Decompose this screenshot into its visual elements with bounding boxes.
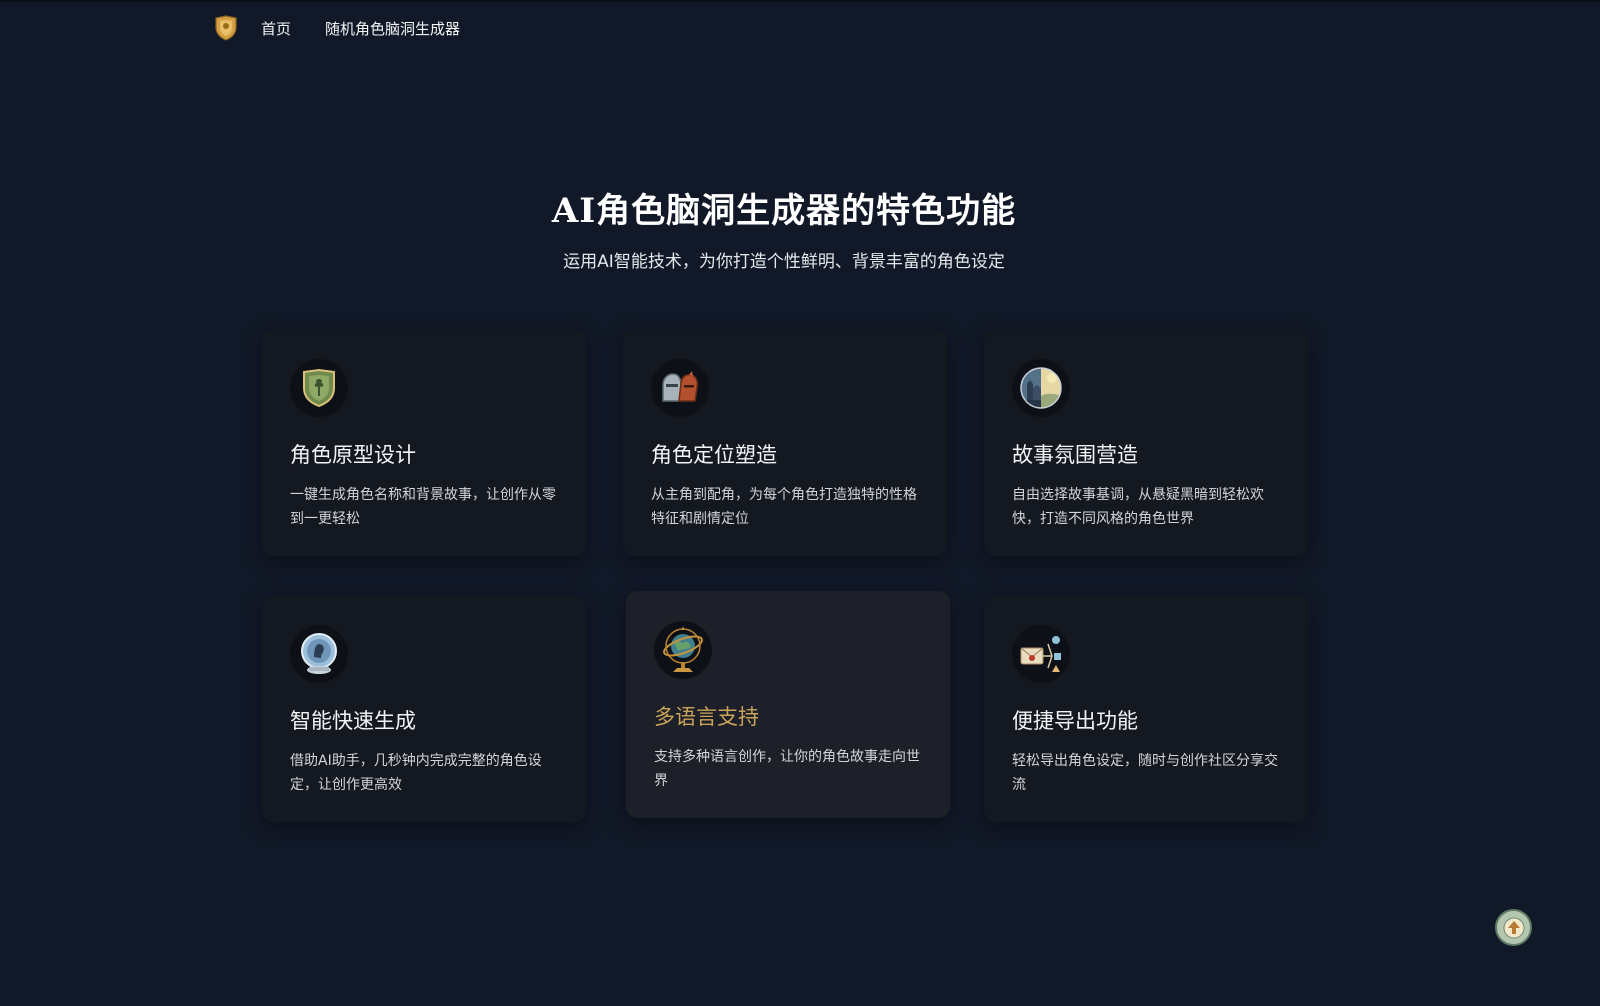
feature-card-multilingual[interactable]: 多语言支持 支持多种语言创作，让你的角色故事走向世界 (626, 591, 950, 818)
page-title: AI角色脑洞生成器的特色功能 (551, 191, 1017, 231)
castle-landscape-icon (1012, 359, 1070, 417)
feature-description: 轻松导出角色设定，随时与创作社区分享交流 (1012, 753, 1278, 793)
nav-link-home[interactable]: 首页 (261, 18, 291, 39)
feature-description: 一键生成角色名称和背景故事，让创作从零到一更轻松 (290, 487, 556, 527)
feature-title: 角色原型设计 (290, 443, 416, 467)
feature-title: 多语言支持 (654, 705, 759, 729)
shield-emblem-icon (290, 359, 348, 417)
feature-card-archetype[interactable]: 角色原型设计 一键生成角色名称和背景故事，让创作从零到一更轻松 (262, 329, 586, 556)
shield-logo-icon[interactable] (213, 15, 239, 41)
feature-title: 智能快速生成 (290, 709, 416, 733)
feature-title: 故事氛围营造 (1012, 443, 1138, 467)
feature-description: 支持多种语言创作，让你的角色故事走向世界 (654, 749, 920, 789)
feature-description: 借助AI助手，几秒钟内完成完整的角色设定，让创作更高效 (290, 753, 542, 793)
top-border (0, 0, 1600, 2)
nav-link-random-character-generator[interactable]: 随机角色脑洞生成器 (325, 18, 460, 39)
top-nav: 首页 随机角色脑洞生成器 (213, 14, 494, 42)
feature-description: 从主角到配角，为每个角色打造独特的性格特征和剧情定位 (651, 487, 917, 527)
knight-helmets-icon (651, 359, 709, 417)
page-subtitle: 运用AI智能技术，为你打造个性鲜明、背景丰富的角色设定 (563, 252, 1005, 272)
back-to-top-button[interactable] (1495, 909, 1532, 946)
armillary-globe-icon (654, 621, 712, 679)
feature-card-positioning[interactable]: 角色定位塑造 从主角到配角，为每个角色打造独特的性格特征和剧情定位 (623, 329, 947, 556)
arrow-up-icon (1503, 917, 1524, 938)
feature-card-fast-generation[interactable]: 智能快速生成 借助AI助手，几秒钟内完成完整的角色设定，让创作更高效 (262, 595, 586, 822)
feature-card-export[interactable]: 便捷导出功能 轻松导出角色设定，随时与创作社区分享交流 (984, 595, 1308, 822)
feature-title: 便捷导出功能 (1012, 709, 1138, 733)
feature-card-atmosphere[interactable]: 故事氛围营造 自由选择故事基调，从悬疑黑暗到轻松欢快，打造不同风格的角色世界 (984, 329, 1308, 556)
feature-description: 自由选择故事基调，从悬疑黑暗到轻松欢快，打造不同风格的角色世界 (1012, 487, 1264, 527)
feature-title: 角色定位塑造 (651, 443, 777, 467)
export-share-icon (1012, 625, 1070, 683)
crystal-ball-icon (290, 625, 348, 683)
